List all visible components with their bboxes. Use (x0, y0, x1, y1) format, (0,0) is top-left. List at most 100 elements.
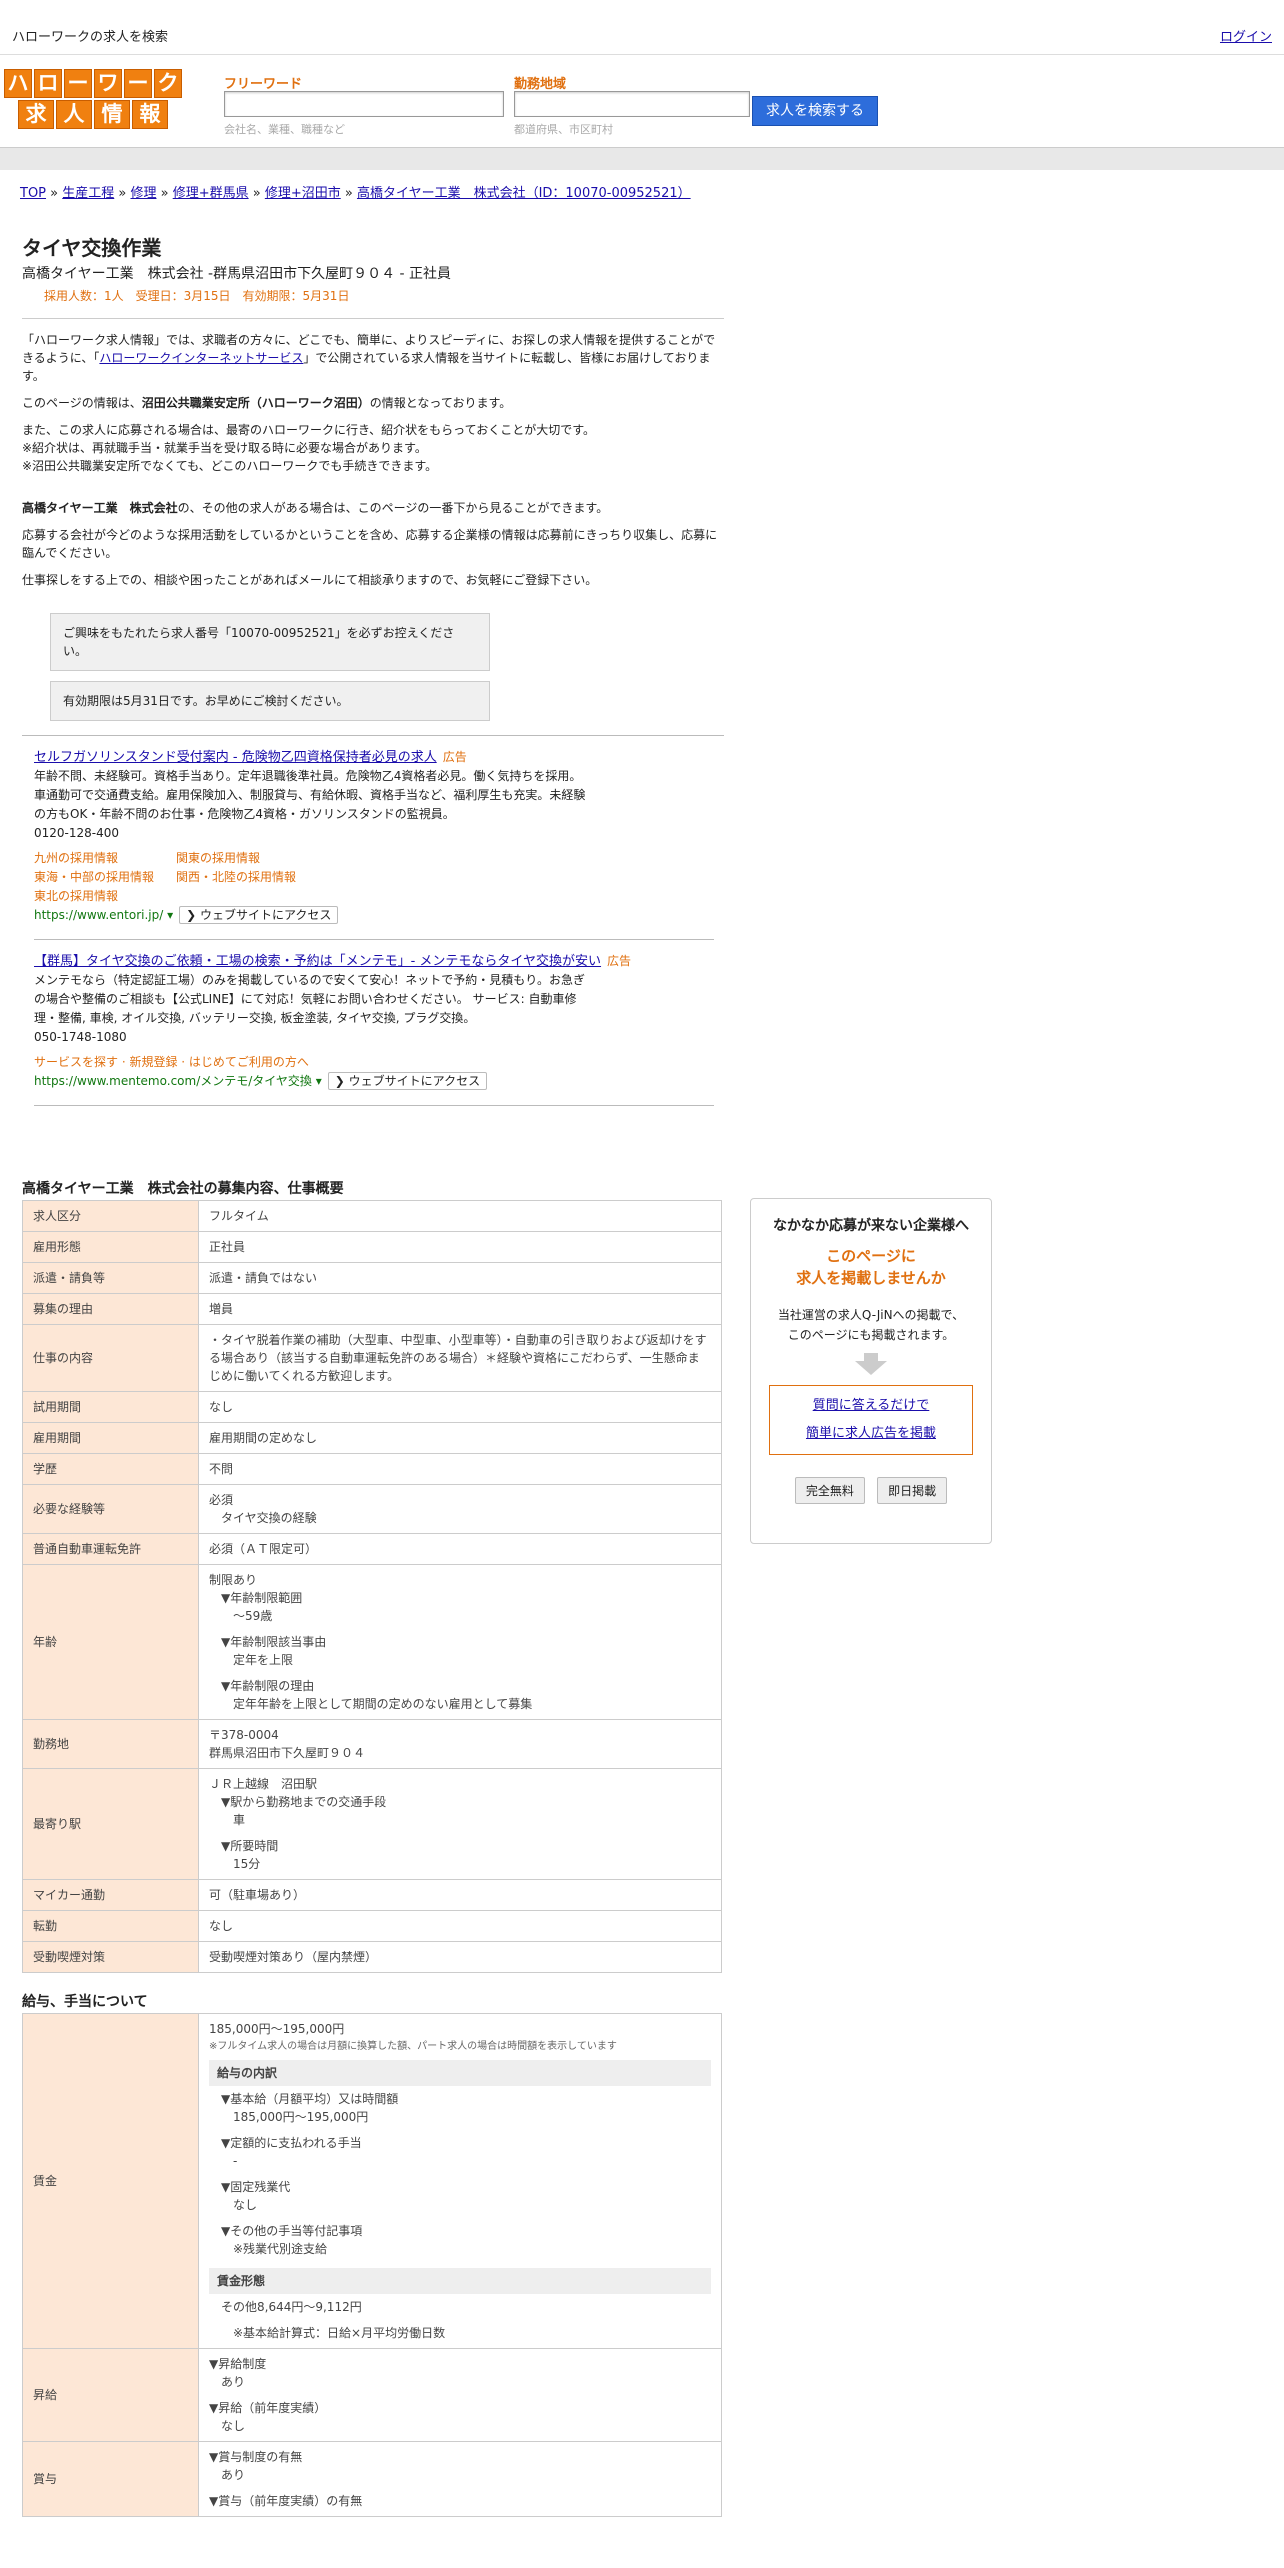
ad-tag: 広告 (607, 954, 632, 968)
raise-line (209, 2391, 711, 2399)
form-line: その他8,644円〜9,112円 (221, 2300, 362, 2314)
value-line: タイヤ交換の経験 (209, 1511, 317, 1525)
ad-description-line: の方もOK・年齢不問のお仕事・危険物乙4資格・ガソリンスタンドの監視員。 (34, 807, 455, 821)
area-input[interactable] (514, 91, 750, 117)
ad-url[interactable]: https://www.mentemo.com/メンテモ/タイヤ交換 (34, 1074, 312, 1088)
field-value: なし (198, 1391, 722, 1423)
raise-line: ▼昇給（前年度実績） (209, 2401, 327, 2415)
value-line: ▼年齢制限範囲 (209, 1591, 303, 1605)
breakdown-line: - (221, 2154, 238, 2168)
table-row: 募集の理由 増員 (22, 1293, 722, 1325)
breakdown-line: ※残業代別途支給 (221, 2242, 328, 2256)
ad-description-line: 車通勤可で交通費支給。雇用保険加入、制服貸与、有給休暇、資格手当など、福利厚生も… (34, 788, 586, 802)
table-row: 受動喫煙対策 受動喫煙対策あり（屋内禁煙） (22, 1941, 722, 1973)
value-line: 〒378-0004 (209, 1728, 279, 1742)
ad-sublink[interactable]: 関西・北陸の採用情報 (176, 868, 296, 887)
promo-link-1[interactable]: 質問に答えるだけで (813, 1398, 930, 1413)
field-value: 必須 タイヤ交換の経験 (198, 1484, 722, 1534)
value-line: 群馬県沼田市下久屋町９０４ (209, 1746, 366, 1760)
hellowork-logo[interactable]: ハローワーク 求人情報 (4, 69, 182, 129)
same-day-button[interactable]: 即日掲載 (877, 1477, 948, 1504)
bonus-line (209, 2484, 711, 2492)
breadcrumb-link[interactable]: 修理 (130, 186, 156, 201)
ad-sublink[interactable]: 東海・中部の採用情報 (34, 868, 176, 887)
company-line: 高橋タイヤー工業 株式会社 -群馬県沼田市下久屋町９０４ - 正社員 (22, 266, 452, 282)
ad-sublinks[interactable]: サービスを探す · 新規登録 · はじめてご利用の方へ (34, 1053, 712, 1072)
intro-paragraph-4: 高橋タイヤー工業 株式会社の、その他の求人がある場合は、このページの一番下から見… (22, 501, 609, 515)
ad-sublink[interactable]: 九州の採用情報 (34, 849, 176, 868)
breadcrumb-link[interactable]: TOP (20, 186, 46, 201)
field-value: 不問 (198, 1453, 722, 1485)
ad-tag: 広告 (442, 750, 467, 764)
divider (34, 1105, 714, 1106)
breadcrumb-separator: » (248, 186, 265, 201)
top-bar: ハローワークの求人を検索 ログイン (0, 0, 1284, 55)
logo-char: 人 (56, 100, 92, 129)
breakdown-line: ▼定額的に支払われる手当 (221, 2136, 362, 2150)
visit-website-button[interactable]: ❯ ウェブサイトにアクセス (179, 906, 339, 924)
breakdown-line: なし (221, 2198, 258, 2212)
field-label: 仕事の内容 (22, 1324, 199, 1392)
keyword-field-group: フリーワード 会社名、業種、職種など (224, 73, 504, 137)
promo-link-2[interactable]: 簡単に求人広告を掲載 (806, 1426, 936, 1441)
bonus-key: 賞与 (22, 2441, 199, 2517)
table-row: 賞与 ▼賞与制度の有無 あり ▼賞与（前年度実績）の有無 (22, 2441, 722, 2517)
field-value: 増員 (198, 1293, 722, 1325)
employer-promo-box: なかなか応募が来ない企業様へ このページに 求人を掲載しませんか 当社運営の求人… (750, 1198, 992, 1544)
table-row: 昇給 ▼昇給制度 あり ▼昇給（前年度実績） なし (22, 2348, 722, 2442)
value-line: ・タイヤ脱着作業の補助（大型車、中型車、小型車等）・自動車の引き取りおよび返却け… (209, 1333, 707, 1383)
ad-title-link[interactable]: 【群馬】タイヤ交換のご依頼・工場の検索・予約は「メンテモ」- メンテモならタイヤ… (34, 954, 601, 969)
table-row: 派遣・請負等 派遣・請負ではない (22, 1262, 722, 1294)
breadcrumb-link[interactable]: 高橋タイヤー工業 株式会社（ID：10070-00952521） (357, 186, 691, 201)
promo-highlight-2: 求人を掲載しませんか (796, 1269, 946, 1287)
down-arrow-icon (855, 1361, 887, 1375)
field-value: 派遣・請負ではない (198, 1262, 722, 1294)
field-label: 受動喫煙対策 (22, 1941, 199, 1973)
value-line: 増員 (209, 1302, 234, 1316)
table-row: 必要な経験等 必須 タイヤ交換の経験 (22, 1484, 722, 1534)
intro-paragraph-5: 応募する会社が今どのような採用活動をしているかということを含め、応募する企業様の… (22, 528, 718, 560)
search-button[interactable]: 求人を検索する (752, 96, 878, 126)
field-label: マイカー通勤 (22, 1879, 199, 1911)
intro-line: また、この求人に応募される場合は、最寄のハローワークに行き、紹介状をもらっておく… (22, 423, 596, 437)
value-line: ▼年齢制限の理由 (209, 1679, 315, 1693)
field-value: 受動喫煙対策あり（屋内禁煙） (198, 1941, 722, 1973)
bonus-line: ▼賞与制度の有無 (209, 2450, 303, 2464)
breakdown-line: 185,000円〜195,000円 (221, 2110, 369, 2124)
value-line: 受動喫煙対策あり（屋内禁煙） (209, 1950, 378, 1964)
hellowork-internet-link[interactable]: ハローワークインターネットサービス (99, 351, 303, 365)
keyword-input[interactable] (224, 91, 504, 117)
field-label: 募集の理由 (22, 1293, 199, 1325)
bonus-line: あり (209, 2468, 246, 2482)
logo-char: ー (124, 69, 152, 98)
breadcrumb-link[interactable]: 修理+群馬県 (173, 186, 249, 201)
ad-entori: セルフガソリンスタンド受付案内 - 危険物乙四資格保持者必見の求人 広告 年齢不問… (22, 748, 724, 925)
breadcrumb-link[interactable]: 修理+沼田市 (265, 186, 341, 201)
value-line: 可（駐車場あり） (209, 1888, 306, 1902)
raise-line: なし (209, 2419, 246, 2433)
breadcrumb-link[interactable]: 生産工程 (62, 186, 114, 201)
logo-char: 情 (94, 100, 130, 129)
login-link[interactable]: ログイン (1220, 26, 1272, 45)
visit-website-button[interactable]: ❯ ウェブサイトにアクセス (327, 1072, 488, 1090)
value-line: ▼年齢制限該当事由 (209, 1635, 327, 1649)
ad-url[interactable]: https://www.entori.jp/ (34, 908, 163, 922)
field-value: ＪＲ上越線 沼田駅 ▼駅から勤務地までの交通手段 車 ▼所要時間 15分 (198, 1768, 722, 1880)
salary-table: 賃金 185,000円〜195,000円 ※フルタイム求人の場合は月額に換算した… (22, 2013, 722, 2517)
header-band (0, 147, 1284, 170)
value-line: 正社員 (209, 1240, 246, 1254)
field-value: なし (198, 1910, 722, 1942)
ad-description-line: 理・整備, 車検, オイル交換, バッテリー交換, 板金塗装, タイヤ交換, プ… (34, 1011, 476, 1025)
area-label: 勤務地域 (514, 77, 567, 92)
ad-title-link[interactable]: セルフガソリンスタンド受付案内 - 危険物乙四資格保持者必見の求人 (34, 750, 437, 765)
ad-sublink[interactable]: 東北の採用情報 (34, 887, 176, 906)
breakdown-line (221, 2170, 711, 2178)
value-line: 定年を上限 (209, 1653, 294, 1667)
ad-description-line: メンテモなら（特定認証工場）のみを掲載しているので安くて安心！ネットで予約・見積… (34, 973, 586, 987)
intro-paragraph-2: このページの情報は、沼田公共職業安定所（ハローワーク沼田）の情報となっております… (22, 396, 512, 410)
keyword-label: フリーワード (224, 77, 303, 92)
field-value: 正社員 (198, 1231, 722, 1263)
free-button[interactable]: 完全無料 (794, 1477, 865, 1504)
ad-mentemo: 【群馬】タイヤ交換のご依頼・工場の検索・予約は「メンテモ」- メンテモならタイヤ… (22, 952, 724, 1091)
ad-sublink[interactable]: 関東の採用情報 (176, 849, 260, 868)
